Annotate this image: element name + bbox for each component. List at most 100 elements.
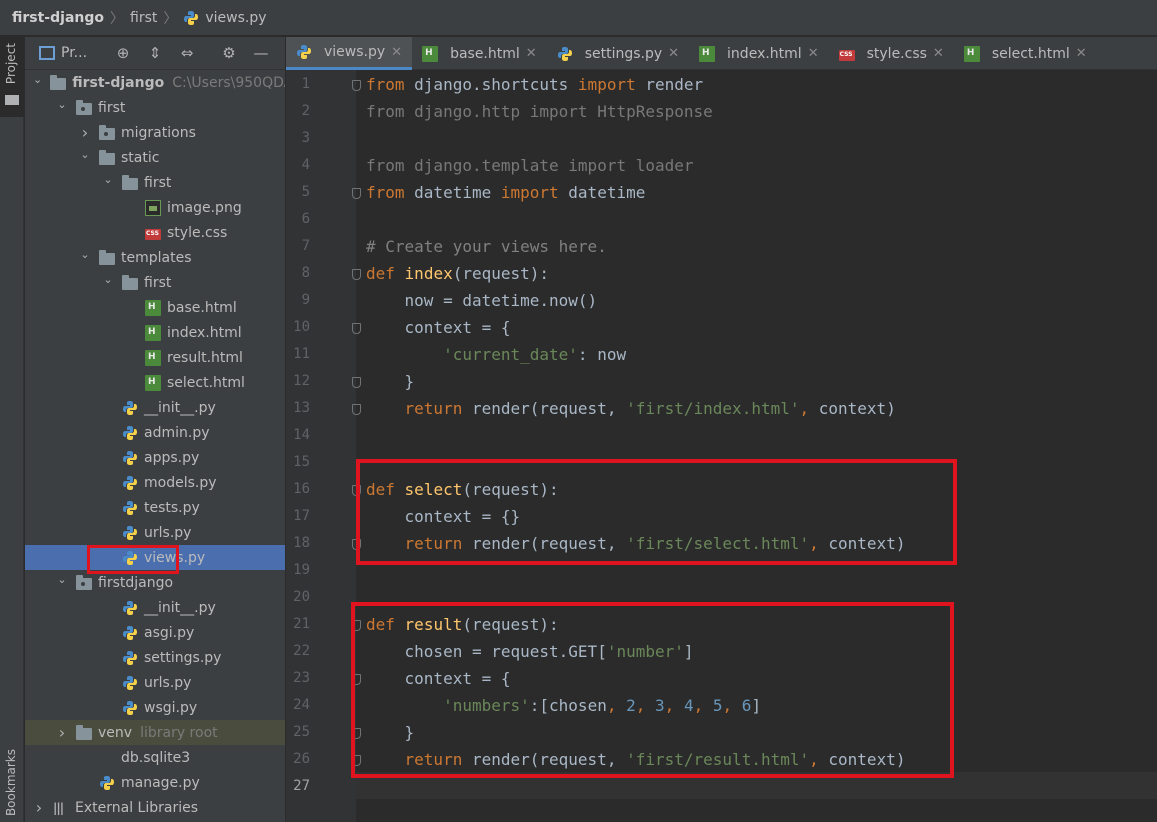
- tree-item[interactable]: › venv library root: [25, 720, 285, 745]
- chevron-down-icon[interactable]: ⌄: [56, 98, 68, 111]
- line-number: 10: [293, 319, 310, 335]
- tree-item[interactable]: __init__.py: [25, 395, 285, 420]
- close-icon[interactable]: ✕: [526, 46, 537, 61]
- folder-icon: [99, 249, 115, 265]
- python-file-icon: [122, 425, 138, 441]
- code-line[interactable]: context = {: [366, 314, 511, 341]
- fold-marker-icon[interactable]: [352, 377, 361, 388]
- gear-icon[interactable]: ⚙: [219, 43, 239, 63]
- code-line[interactable]: from django.shortcuts import render: [366, 71, 703, 98]
- breadcrumb-folder[interactable]: first: [130, 10, 157, 26]
- tree-item[interactable]: result.html: [25, 345, 285, 370]
- code-line[interactable]: }: [366, 368, 415, 395]
- tab-settings-py[interactable]: settings.py ✕: [547, 37, 689, 70]
- line-number: 13: [293, 400, 310, 416]
- tree-item[interactable]: ⌄ templates: [25, 245, 285, 270]
- code-editor[interactable]: 1 2 3 4 5 6 7 8 9 10 11 12 13 14 15 16 17 18 19 20 21 22 23 24 2…: [286, 70, 1157, 822]
- close-icon[interactable]: ✕: [1076, 46, 1087, 61]
- line-number: 15: [293, 454, 310, 470]
- fold-marker-icon[interactable]: [352, 269, 361, 280]
- tree-item[interactable]: base.html: [25, 295, 285, 320]
- database-file-icon: [99, 750, 115, 766]
- tree-item[interactable]: urls.py: [25, 670, 285, 695]
- tree-item-label: External Libraries: [75, 799, 198, 816]
- close-icon[interactable]: ✕: [391, 45, 402, 60]
- tab-index-html[interactable]: index.html ✕: [689, 37, 829, 70]
- folder-icon: [76, 724, 92, 740]
- breadcrumb-project[interactable]: first-django: [12, 10, 104, 26]
- tab-select-html[interactable]: select.html ✕: [954, 37, 1097, 70]
- code-line[interactable]: now = datetime.now(): [366, 287, 598, 314]
- close-icon[interactable]: ✕: [668, 46, 679, 61]
- folder-icon: [5, 95, 19, 105]
- tab-base-html[interactable]: base.html ✕: [412, 37, 547, 70]
- chevron-down-icon[interactable]: ⌄: [33, 73, 42, 86]
- line-number: 2: [301, 103, 310, 119]
- project-view-icon[interactable]: [39, 46, 55, 60]
- tree-item[interactable]: __init__.py: [25, 595, 285, 620]
- expand-all-icon[interactable]: ⇕: [145, 43, 165, 63]
- line-number: 6: [301, 211, 310, 227]
- code-line[interactable]: return render(request, 'first/index.html…: [366, 395, 896, 422]
- project-panel: Pr... ⊕ ⇕ ⇔ ⚙ — ⌄ first-django C:\Users\95…: [25, 37, 285, 822]
- tab-style-css[interactable]: style.css ✕: [829, 37, 954, 70]
- code-line[interactable]: from datetime import datetime: [366, 179, 645, 206]
- chevron-right-icon[interactable]: ›: [33, 798, 45, 817]
- tree-item[interactable]: › External Libraries: [25, 795, 285, 820]
- close-icon[interactable]: ✕: [933, 46, 944, 61]
- hide-panel-icon[interactable]: —: [251, 43, 271, 63]
- tree-item-label: first: [144, 174, 172, 191]
- tree-item[interactable]: asgi.py: [25, 620, 285, 645]
- tree-item[interactable]: urls.py: [25, 520, 285, 545]
- tree-item[interactable]: tests.py: [25, 495, 285, 520]
- tree-item[interactable]: ⌄ first-django C:\Users\950QDA: [25, 70, 285, 95]
- code-token: index: [404, 264, 453, 283]
- code-line[interactable]: # Create your views here.: [366, 233, 607, 260]
- bookmarks-tool-button[interactable]: Bookmarks: [4, 749, 18, 816]
- tree-item[interactable]: ⌄ static: [25, 145, 285, 170]
- tree-item[interactable]: ⌄ first: [25, 170, 285, 195]
- tree-item[interactable]: select.html: [25, 370, 285, 395]
- locate-file-icon[interactable]: ⊕: [113, 43, 133, 63]
- chevron-right-icon[interactable]: ›: [56, 723, 68, 742]
- tree-item[interactable]: db.sqlite3: [25, 745, 285, 770]
- tree-item[interactable]: models.py: [25, 470, 285, 495]
- tree-item[interactable]: › migrations: [25, 120, 285, 145]
- chevron-down-icon[interactable]: ⌄: [56, 573, 68, 586]
- fold-marker-icon[interactable]: [352, 404, 361, 415]
- tree-item[interactable]: admin.py: [25, 420, 285, 445]
- close-icon[interactable]: ✕: [808, 46, 819, 61]
- tab-views-py[interactable]: views.py ✕: [286, 37, 413, 70]
- project-view-selector[interactable]: Pr...: [61, 45, 87, 61]
- tree-item-label: admin.py: [144, 424, 210, 441]
- fold-marker-icon[interactable]: [352, 80, 361, 91]
- tree-item[interactable]: ⌄ first: [25, 270, 285, 295]
- tree-item[interactable]: manage.py: [25, 770, 285, 795]
- code-line[interactable]: def index(request):: [366, 260, 549, 287]
- tree-item[interactable]: image.png: [25, 195, 285, 220]
- chevron-right-icon[interactable]: ›: [79, 123, 91, 142]
- code-line[interactable]: from django.template import loader: [366, 152, 694, 179]
- tree-item[interactable]: wsgi.py: [25, 695, 285, 720]
- tree-item[interactable]: ⌄ first: [25, 95, 285, 120]
- fold-marker-icon[interactable]: [352, 188, 361, 199]
- chevron-down-icon[interactable]: ⌄: [79, 248, 91, 261]
- breadcrumb-file[interactable]: views.py: [205, 10, 266, 26]
- css-file-icon: [145, 229, 161, 240]
- chevron-down-icon[interactable]: ⌄: [102, 173, 114, 186]
- tree-item[interactable]: settings.py: [25, 645, 285, 670]
- folder-icon: [99, 149, 115, 165]
- collapse-all-icon[interactable]: ⇔: [177, 43, 197, 63]
- chevron-down-icon[interactable]: ⌄: [79, 148, 91, 161]
- project-tool-label: Project: [4, 43, 18, 85]
- tree-item[interactable]: style.css: [25, 220, 285, 245]
- tree-item-hint: library root: [140, 724, 218, 741]
- tree-item[interactable]: index.html: [25, 320, 285, 345]
- tree-item[interactable]: apps.py: [25, 445, 285, 470]
- code-line[interactable]: from django.http import HttpResponse: [366, 98, 713, 125]
- fold-marker-icon[interactable]: [352, 323, 361, 334]
- code-line[interactable]: 'current_date': now: [366, 341, 626, 368]
- package-folder-icon: [76, 574, 92, 590]
- chevron-down-icon[interactable]: ⌄: [102, 273, 114, 286]
- project-tool-button[interactable]: Project: [0, 37, 24, 117]
